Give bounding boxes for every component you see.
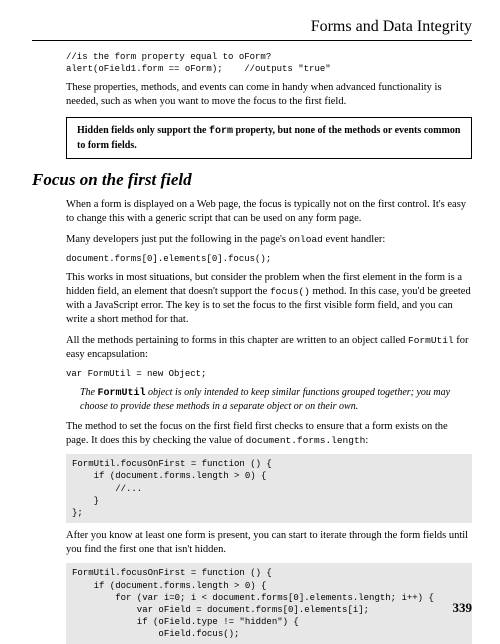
paragraph-7: After you know at least one form is pres… — [66, 529, 472, 557]
note-mono: form — [209, 126, 233, 137]
inote-bold: FormUtil — [98, 388, 146, 399]
p6-mono: document.forms.length — [246, 435, 366, 446]
paragraph-2: When a form is displayed on a Web page, … — [66, 198, 472, 226]
p3-mono: onload — [289, 234, 323, 245]
p3-pre: Many developers just put the following i… — [66, 234, 289, 245]
code-snippet-4: FormUtil.focusOnFirst = function () { if… — [66, 454, 472, 523]
code-snippet-2: document.forms[0].elements[0].focus(); — [66, 253, 472, 265]
inote-pre: The — [80, 387, 98, 398]
page-number: 339 — [453, 599, 473, 617]
p5-mono: FormUtil — [408, 335, 454, 346]
paragraph-6: The method to set the focus on the first… — [66, 420, 472, 448]
note-pre: Hidden fields only support the — [77, 125, 209, 136]
section-heading: Focus on the first field — [32, 169, 472, 192]
p5-pre: All the methods pertaining to forms in t… — [66, 335, 408, 346]
paragraph-3: Many developers just put the following i… — [66, 233, 472, 247]
code-snippet-3: var FormUtil = new Object; — [66, 368, 472, 380]
paragraph-1: These properties, methods, and events ca… — [66, 81, 472, 109]
paragraph-4: This works in most situations, but consi… — [66, 271, 472, 328]
p4-mono: focus() — [270, 286, 310, 297]
p3-post: event handler: — [323, 234, 385, 245]
italic-note: The FormUtil object is only intended to … — [80, 386, 472, 414]
code-snippet-5: FormUtil.focusOnFirst = function () { if… — [66, 563, 472, 644]
paragraph-5: All the methods pertaining to forms in t… — [66, 334, 472, 362]
note-box-hidden-fields: Hidden fields only support the form prop… — [66, 117, 472, 159]
code-snippet-1: //is the form property equal to oForm? a… — [66, 51, 472, 75]
page: Forms and Data Integrity //is the form p… — [0, 0, 500, 627]
page-header: Forms and Data Integrity — [32, 16, 472, 41]
p6-post: : — [365, 435, 368, 446]
